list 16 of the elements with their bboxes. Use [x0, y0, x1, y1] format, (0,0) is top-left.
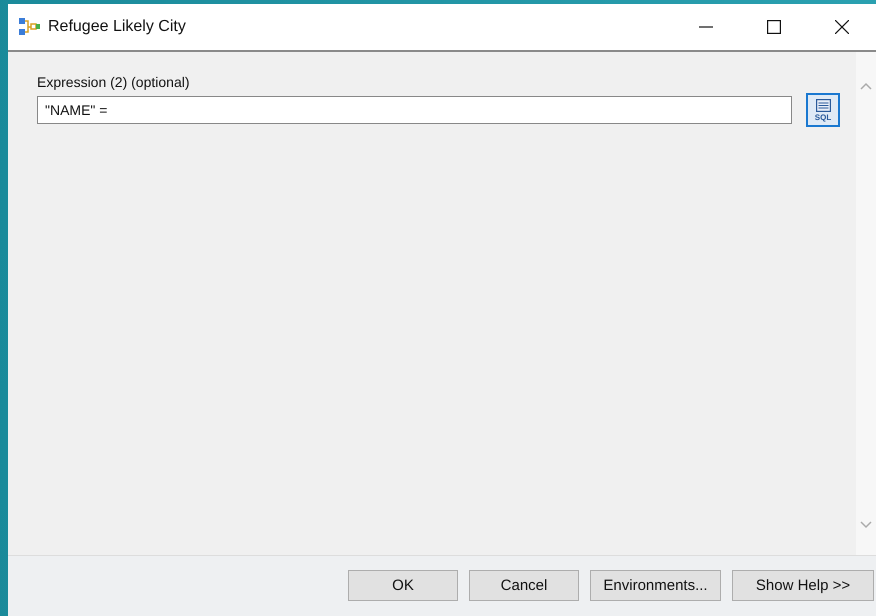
dialog-button[interactable]: OK: [348, 570, 458, 600]
dialog-button[interactable]: Cancel: [469, 570, 579, 600]
scroll-down-icon[interactable]: [860, 521, 872, 529]
expression-field[interactable]: "NAME" =: [37, 96, 792, 124]
sql-button[interactable]: SQL: [806, 93, 840, 127]
close-icon: [835, 20, 849, 34]
window-title: Refugee Likely City: [48, 18, 187, 36]
list-icon: [816, 98, 830, 112]
model-icon: [18, 17, 40, 37]
dialog-button[interactable]: Show Help >>: [732, 570, 874, 600]
scrollbar[interactable]: [856, 52, 876, 555]
scroll-up-icon[interactable]: [860, 82, 872, 90]
dialog-button[interactable]: Environments...: [590, 570, 721, 600]
field-label: Expression (2) (optional): [37, 74, 190, 90]
maximize-icon: [767, 20, 781, 34]
minimize-icon: [699, 26, 713, 28]
